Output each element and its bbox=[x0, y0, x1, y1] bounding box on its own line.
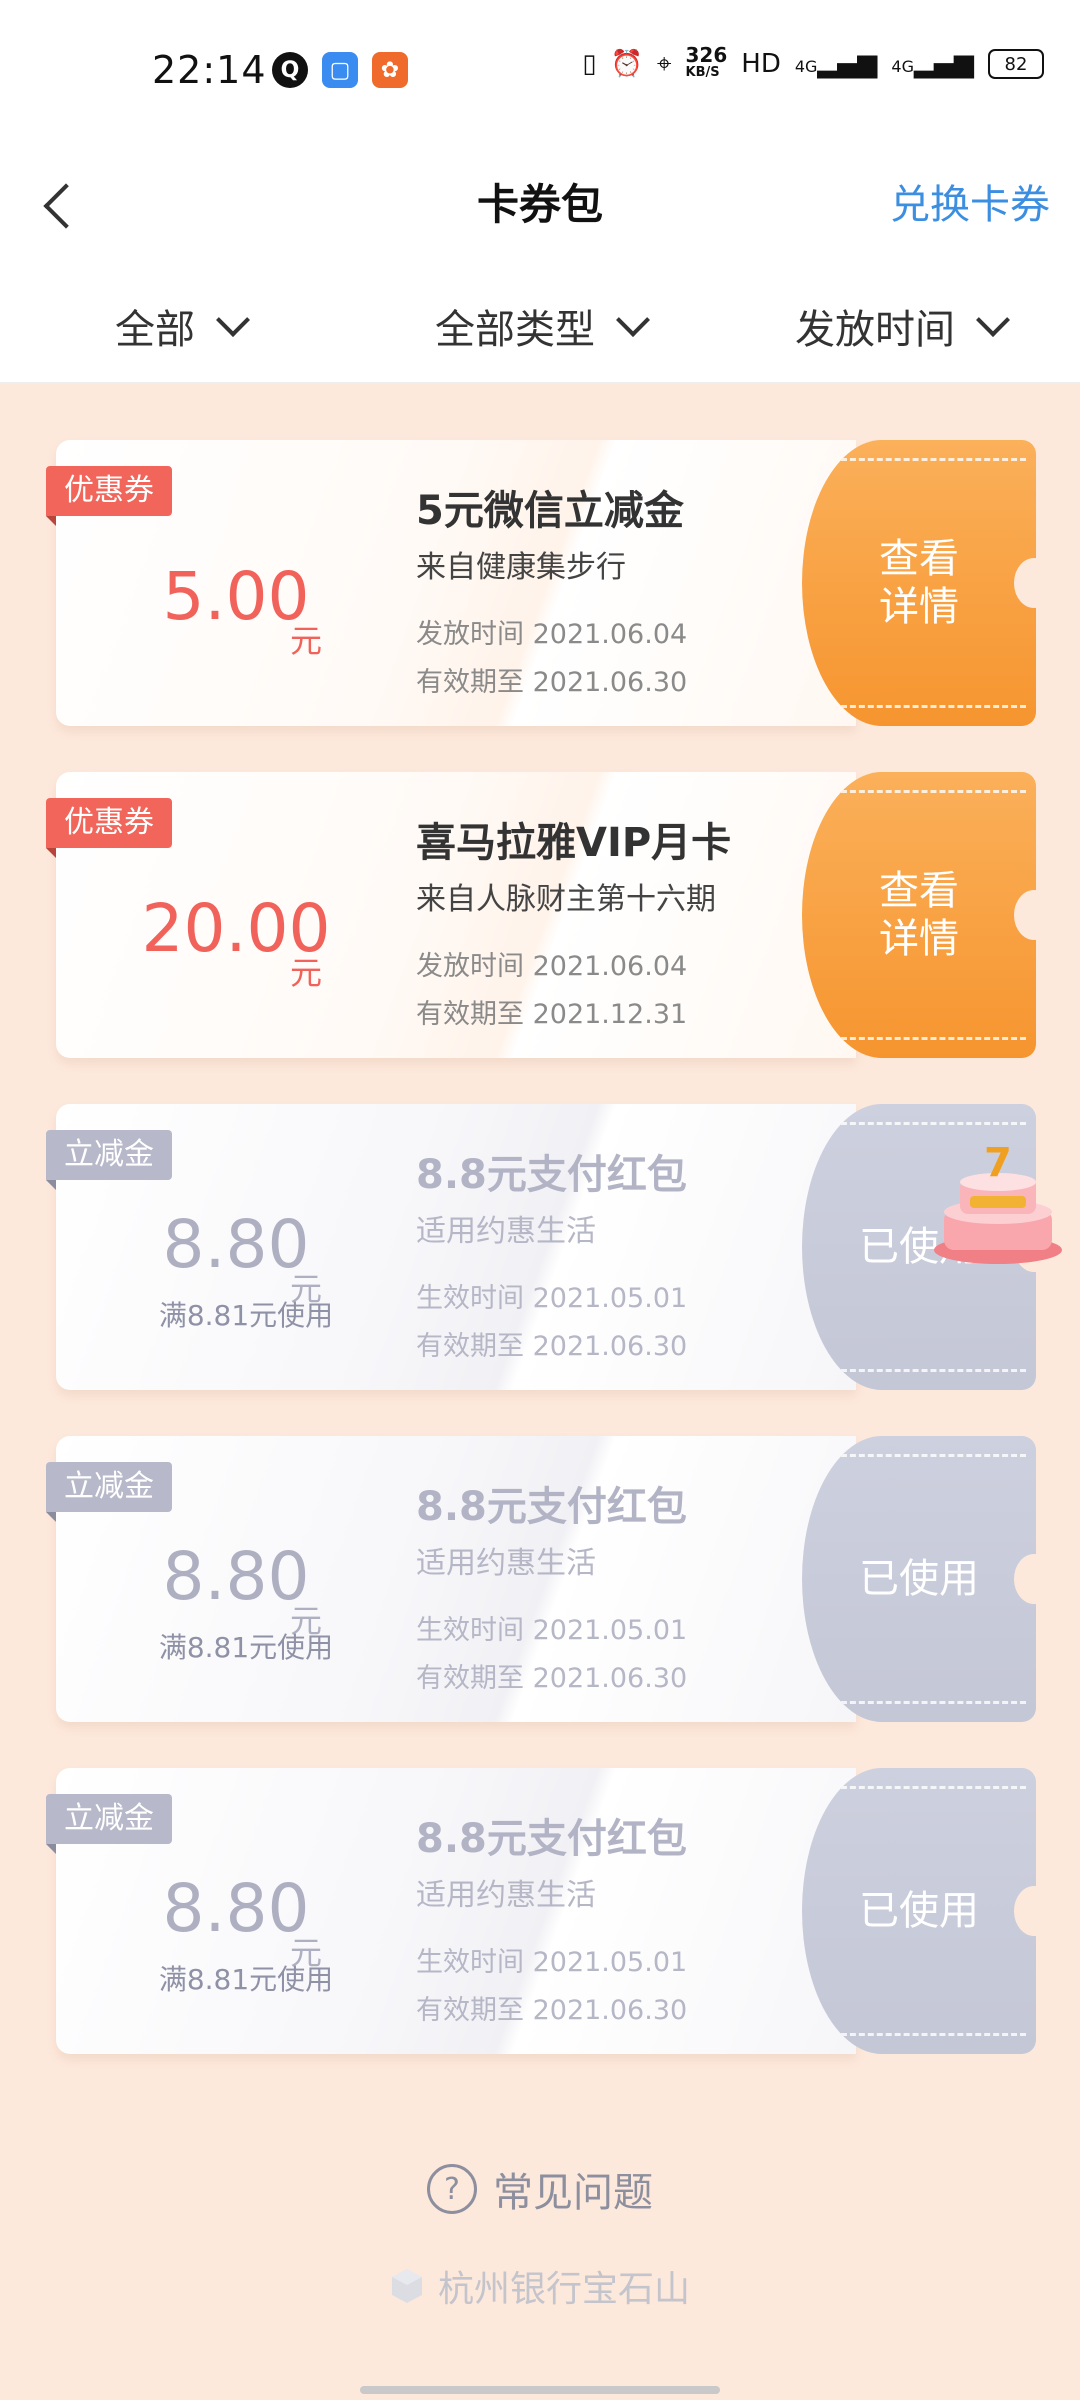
coupon-effective-date: 生效时间 2021.05.01 bbox=[416, 1615, 688, 1646]
q-app-icon: Q bbox=[272, 52, 308, 88]
coupon-expiry-date: 有效期至 2021.06.30 bbox=[416, 1331, 688, 1362]
coupon-issue-date: 发放时间 2021.06.04 bbox=[416, 951, 688, 982]
signal-icon-2: 4G▂▄▆ bbox=[891, 49, 974, 79]
coupon-tag: 优惠券 bbox=[46, 798, 172, 858]
coupon-card[interactable]: 优惠券 20.00 元 喜马拉雅VIP月卡 来自人脉财主第十六期 发放时间 20… bbox=[46, 772, 1036, 1058]
view-details-button[interactable]: 查看详情 bbox=[802, 772, 1036, 1058]
alarm-icon: ⏰ bbox=[610, 49, 643, 79]
chevron-down-icon bbox=[616, 303, 650, 337]
signal-icon-1: 4G▂▄▆ bbox=[794, 49, 878, 79]
coupon-title: 5元微信立减金 bbox=[416, 488, 684, 534]
coupon-source: 适用约惠生活 bbox=[416, 1878, 596, 1913]
coupon-title: 8.8元支付红包 bbox=[416, 1152, 687, 1198]
net-speed-value: 326 bbox=[685, 43, 728, 67]
signal-label-1: 4G bbox=[794, 57, 818, 76]
question-icon: ? bbox=[427, 2164, 477, 2214]
blue-app-icon: ▢ bbox=[322, 52, 358, 88]
coupon-title: 喜马拉雅VIP月卡 bbox=[416, 820, 732, 866]
coupon-source: 来自人脉财主第十六期 bbox=[416, 882, 716, 917]
used-label: 已使用 bbox=[859, 1888, 979, 1934]
coupon-amount: 8.80 bbox=[162, 1206, 310, 1283]
coupon-unit: 元 bbox=[290, 622, 323, 660]
coupon-body: 立减金 8.80 元 满8.81元使用 8.8元支付红包 适用约惠生活 生效时间… bbox=[46, 1436, 856, 1722]
status-bar: 22:14 Q ▢ ✿ ▯ ⏰ ⌖ 326 KB/S HD 4G▂▄▆ 4G▂▄… bbox=[0, 0, 1080, 140]
coupon-card[interactable]: 优惠券 5.00 元 5元微信立减金 来自健康集步行 发放时间 2021.06.… bbox=[46, 440, 1036, 726]
hd-icon: HD bbox=[741, 49, 781, 79]
coupon-expiry-date: 有效期至 2021.12.31 bbox=[416, 999, 688, 1030]
filter-bar: 全部 全部类型 发放时间 bbox=[0, 270, 1080, 384]
coupon-card-used[interactable]: 立减金 8.80 元 满8.81元使用 8.8元支付红包 适用约惠生活 生效时间… bbox=[46, 1436, 1036, 1722]
bank-name: 杭州银行宝石山 bbox=[437, 2269, 690, 2310]
coupon-amount: 5.00 bbox=[162, 558, 310, 635]
coupon-title: 8.8元支付红包 bbox=[416, 1816, 687, 1862]
faq-label: 常见问题 bbox=[493, 2170, 653, 2216]
coupon-condition: 满8.81元使用 bbox=[158, 1963, 334, 1996]
kuaishou-app-icon: ✿ bbox=[372, 52, 408, 88]
coupon-condition: 满8.81元使用 bbox=[158, 1631, 334, 1664]
redeem-coupon-link[interactable]: 兑换卡券 bbox=[890, 140, 1050, 270]
status-time: 22:14 bbox=[152, 48, 267, 92]
battery-level: 82 bbox=[1004, 53, 1028, 75]
battery-icon: 82 bbox=[988, 49, 1044, 79]
net-speed: 326 KB/S bbox=[685, 43, 728, 82]
location-icon: ⌖ bbox=[656, 48, 672, 79]
coupon-tag: 立减金 bbox=[46, 1462, 172, 1522]
cake-float-icon[interactable]: 7 bbox=[928, 1140, 1068, 1270]
status-indicators: ▯ ⏰ ⌖ 326 KB/S HD 4G▂▄▆ 4G▂▄▆ 82 bbox=[582, 43, 1044, 82]
view-details-label: 查看详情 bbox=[879, 868, 959, 962]
svg-text:7: 7 bbox=[984, 1140, 1012, 1186]
coupon-source: 适用约惠生活 bbox=[416, 1546, 596, 1581]
chevron-down-icon bbox=[976, 303, 1010, 337]
bank-logo-icon bbox=[391, 2269, 422, 2303]
filter-type[interactable]: 全部类型 bbox=[360, 270, 720, 382]
coupon-unit: 元 bbox=[290, 954, 323, 992]
bank-brand: 杭州银行宝石山 bbox=[0, 2260, 1080, 2312]
signal-label-2: 4G bbox=[891, 57, 914, 76]
coupon-effective-date: 生效时间 2021.05.01 bbox=[416, 1947, 688, 1978]
coupon-card-used[interactable]: 立减金 8.80 元 满8.81元使用 8.8元支付红包 适用约惠生活 生效时间… bbox=[46, 1768, 1036, 2054]
vibrate-icon: ▯ bbox=[582, 49, 597, 79]
coupon-source: 来自健康集步行 bbox=[416, 550, 626, 585]
coupon-amount: 8.80 bbox=[162, 1870, 310, 1947]
notification-icons: Q ▢ ✿ bbox=[272, 52, 408, 88]
view-details-label: 查看详情 bbox=[879, 536, 959, 630]
coupon-tag: 立减金 bbox=[46, 1130, 172, 1190]
filter-status-label: 全部 bbox=[115, 307, 195, 353]
used-status: 已使用 bbox=[802, 1436, 1036, 1722]
home-indicator[interactable] bbox=[360, 2386, 720, 2394]
coupon-body: 立减金 8.80 元 满8.81元使用 8.8元支付红包 适用约惠生活 生效时间… bbox=[46, 1104, 856, 1390]
coupon-expiry-date: 有效期至 2021.06.30 bbox=[416, 667, 688, 698]
coupon-list-area: 优惠券 5.00 元 5元微信立减金 来自健康集步行 发放时间 2021.06.… bbox=[0, 384, 1080, 2400]
filter-time-label: 发放时间 bbox=[795, 307, 955, 353]
chevron-down-icon bbox=[216, 303, 250, 337]
faq-link[interactable]: ? 常见问题 bbox=[0, 2160, 1080, 2218]
filter-status[interactable]: 全部 bbox=[0, 270, 360, 382]
coupon-condition: 满8.81元使用 bbox=[158, 1299, 334, 1332]
coupon-tag: 立减金 bbox=[46, 1794, 172, 1854]
coupon-title: 8.8元支付红包 bbox=[416, 1484, 687, 1530]
coupon-body: 优惠券 5.00 元 5元微信立减金 来自健康集步行 发放时间 2021.06.… bbox=[46, 440, 856, 726]
coupon-issue-date: 发放时间 2021.06.04 bbox=[416, 619, 688, 650]
used-status: 已使用 bbox=[802, 1768, 1036, 2054]
coupon-expiry-date: 有效期至 2021.06.30 bbox=[416, 1663, 688, 1694]
app-header: 卡券包 兑换卡券 bbox=[0, 140, 1080, 270]
coupon-card-used[interactable]: 立减金 8.80 元 满8.81元使用 8.8元支付红包 适用约惠生活 生效时间… bbox=[46, 1104, 1036, 1390]
coupon-amount: 8.80 bbox=[162, 1538, 310, 1615]
coupon-tag: 优惠券 bbox=[46, 466, 172, 526]
coupon-body: 优惠券 20.00 元 喜马拉雅VIP月卡 来自人脉财主第十六期 发放时间 20… bbox=[46, 772, 856, 1058]
coupon-source: 适用约惠生活 bbox=[416, 1214, 596, 1249]
filter-type-label: 全部类型 bbox=[435, 307, 595, 353]
coupon-amount: 20.00 bbox=[141, 890, 331, 967]
filter-time[interactable]: 发放时间 bbox=[720, 270, 1080, 382]
coupon-body: 立减金 8.80 元 满8.81元使用 8.8元支付红包 适用约惠生活 生效时间… bbox=[46, 1768, 856, 2054]
coupon-expiry-date: 有效期至 2021.06.30 bbox=[416, 1995, 688, 2026]
view-details-button[interactable]: 查看详情 bbox=[802, 440, 1036, 726]
used-label: 已使用 bbox=[859, 1556, 979, 1602]
coupon-effective-date: 生效时间 2021.05.01 bbox=[416, 1283, 688, 1314]
net-speed-unit: KB/S bbox=[685, 65, 720, 80]
